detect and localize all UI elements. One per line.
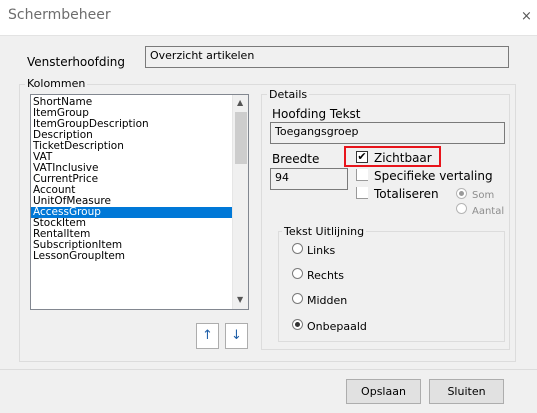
header-label: Vensterhoofding	[27, 55, 126, 69]
close-button[interactable]: Sluiten	[429, 379, 504, 404]
align-left-label: Links	[307, 244, 336, 257]
move-up-button[interactable]: ↑	[196, 323, 219, 349]
scroll-thumb[interactable]	[235, 112, 247, 164]
count-label: Aantal	[472, 206, 505, 217]
width-field[interactable]: 94	[270, 168, 348, 190]
save-button[interactable]: Opslaan	[346, 379, 421, 404]
count-radio[interactable]	[456, 203, 467, 214]
scroll-up-icon[interactable]: ▲	[237, 98, 243, 107]
visible-checkbox[interactable]: ✔	[356, 151, 368, 163]
scroll-down-icon[interactable]: ▼	[237, 295, 243, 304]
align-center-label: Midden	[307, 294, 348, 307]
heading-text-label: Hoofding Tekst	[272, 107, 361, 121]
header-field[interactable]: Overzicht artikelen	[145, 46, 509, 68]
columns-list-items: ShortName ItemGroup ItemGroupDescription De…	[31, 97, 232, 262]
list-item[interactable]: LessonGroupItem	[31, 251, 232, 262]
heading-text-field[interactable]: Toegangsgroep	[270, 122, 505, 144]
align-left-radio[interactable]	[292, 243, 303, 254]
align-right-label: Rechts	[307, 269, 344, 282]
translation-label: Specifieke vertaling	[374, 169, 493, 183]
translation-checkbox[interactable]	[356, 169, 368, 181]
list-scrollbar[interactable]: ▲ ▼	[232, 95, 248, 309]
close-icon[interactable]: ×	[521, 9, 532, 24]
totals-label: Totaliseren	[374, 187, 439, 201]
columns-list[interactable]: ShortName ItemGroup ItemGroupDescription De…	[30, 94, 249, 310]
sum-label: Som	[472, 190, 495, 201]
columns-group-title: Kolommen	[25, 77, 88, 90]
alignment-group-title: Tekst Uitlijning	[282, 225, 367, 238]
details-group-title: Details	[267, 88, 310, 101]
width-label: Breedte	[272, 152, 320, 166]
align-undefined-label: Onbepaald	[307, 320, 367, 333]
align-undefined-radio[interactable]	[292, 319, 303, 330]
align-right-radio[interactable]	[292, 268, 303, 279]
move-down-button[interactable]: ↓	[225, 323, 248, 349]
list-item[interactable]: TicketDescription	[31, 141, 232, 152]
align-center-radio[interactable]	[292, 293, 303, 304]
visible-label: Zichtbaar	[374, 151, 432, 165]
sum-radio[interactable]	[456, 188, 467, 199]
totals-checkbox[interactable]	[356, 187, 368, 199]
window-title: Schermbeheer	[8, 7, 111, 23]
